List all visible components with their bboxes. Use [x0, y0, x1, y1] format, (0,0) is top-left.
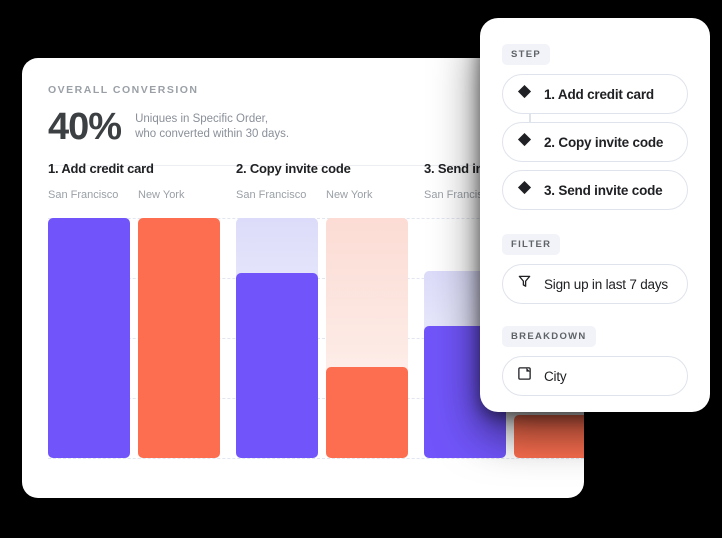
- step-item-3[interactable]: 3. Send invite code: [502, 170, 688, 210]
- funnel-config-panel: STEP 1. Add credit card 2. Copy invite c…: [480, 18, 710, 412]
- conversion-percentage: 40%: [48, 106, 122, 148]
- chart-group: 1. Add credit card San Francisco New Yor…: [48, 161, 220, 498]
- breakdown-item-1-label: City: [544, 368, 567, 384]
- city-label: New York: [326, 189, 373, 201]
- panel-spacer: [502, 218, 688, 234]
- group-city-labels: San Francisco New York: [48, 189, 220, 201]
- step-item-1-label: 1. Add credit card: [544, 86, 654, 102]
- bar-slot: [48, 218, 130, 458]
- group-city-labels: San Francisco New York: [236, 189, 408, 201]
- city-label: San Francisco: [48, 189, 119, 201]
- diamond-icon: [517, 84, 532, 104]
- bar-new-york[interactable]: [138, 218, 220, 458]
- bar-new-york[interactable]: [514, 414, 584, 458]
- step-section-tag: STEP: [502, 44, 551, 65]
- city-label: San Francisco: [236, 189, 307, 201]
- bar-san-francisco[interactable]: [236, 273, 318, 458]
- bar-san-francisco[interactable]: [48, 218, 130, 458]
- group-bars: [236, 218, 408, 458]
- filter-item-1[interactable]: Sign up in last 7 days: [502, 264, 688, 304]
- diamond-icon: [517, 180, 532, 200]
- breakdown-pill-group: City: [502, 356, 688, 396]
- conversion-description-line-2: who converted within 30 days.: [135, 128, 290, 141]
- bar-slot: [326, 218, 408, 458]
- bar-slot: [236, 218, 318, 458]
- breakdown-item-1[interactable]: City: [502, 356, 688, 396]
- step-item-3-label: 3. Send invite code: [544, 182, 663, 198]
- bar-new-york[interactable]: [326, 366, 408, 458]
- breakdown-section-tag: BREAKDOWN: [502, 326, 596, 347]
- diamond-icon: [517, 132, 532, 152]
- panel-spacer: [502, 312, 688, 326]
- bar-slot: [138, 218, 220, 458]
- city-label: New York: [138, 189, 185, 201]
- step-item-2[interactable]: 2. Copy invite code: [502, 122, 688, 162]
- screenshot-stage: OVERALL CONVERSION 40% Uniques in Specif…: [0, 0, 722, 538]
- chart-group: 2. Copy invite code San Francisco New Yo…: [236, 161, 408, 498]
- filter-section-tag: FILTER: [502, 234, 561, 255]
- filter-item-1-label: Sign up in last 7 days: [544, 276, 668, 292]
- group-title: 2. Copy invite code: [236, 161, 351, 176]
- group-title: 1. Add credit card: [48, 161, 154, 176]
- conversion-description-line-1: Uniques in Specific Order,: [135, 112, 269, 125]
- breakdown-square-icon: [517, 366, 532, 386]
- funnel-icon: [517, 274, 532, 294]
- filter-pill-group: Sign up in last 7 days: [502, 264, 688, 304]
- group-bars: [48, 218, 220, 458]
- conversion-description: Uniques in Specific Order, who converted…: [135, 112, 289, 146]
- step-item-1[interactable]: 1. Add credit card: [502, 74, 688, 114]
- step-pill-group: 1. Add credit card 2. Copy invite code 3…: [502, 74, 688, 210]
- step-item-2-label: 2. Copy invite code: [544, 134, 664, 150]
